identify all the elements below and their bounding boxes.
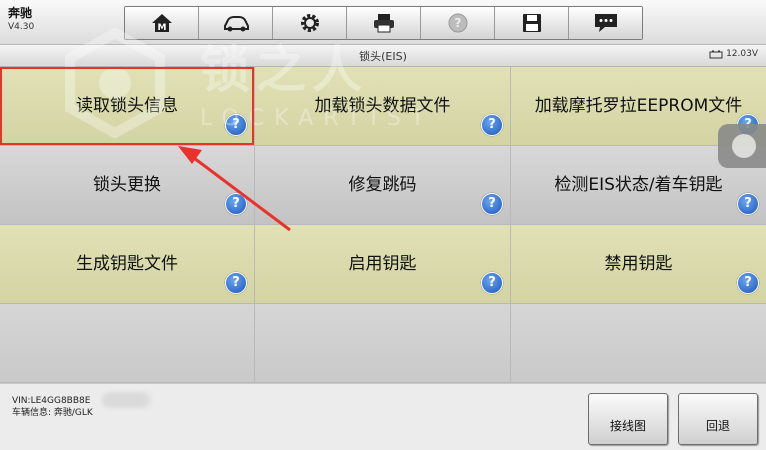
- help-icon[interactable]: ?: [225, 114, 247, 136]
- vehicle-button[interactable]: [199, 7, 273, 39]
- menu-enable-key[interactable]: 启用钥匙?: [255, 225, 510, 303]
- battery-status: 12.03V: [709, 49, 758, 59]
- menu-item-label: 加载锁头数据文件: [314, 96, 451, 116]
- menu-item-label: 修复跳码: [348, 175, 417, 195]
- function-menu-grid: 读取锁头信息? 加载锁头数据文件? 加载摩托罗拉EEPROM文件? 锁头更换? …: [0, 67, 766, 383]
- home-button[interactable]: M: [125, 7, 199, 39]
- menu-item-label: 加载摩托罗拉EEPROM文件: [534, 96, 743, 116]
- menu-item-label: 锁头更换: [93, 175, 161, 195]
- svg-text:M: M: [157, 23, 166, 33]
- page-title: 锁头(EIS): [359, 50, 407, 63]
- help-icon[interactable]: ?: [737, 272, 759, 294]
- side-drawer-handle[interactable]: [718, 124, 766, 168]
- empty-cell: [255, 304, 510, 382]
- back-button[interactable]: 回退: [678, 393, 758, 445]
- menu-item-label: 启用钥匙: [348, 254, 417, 274]
- brand-name: 奔驰: [8, 6, 33, 20]
- car-icon: [223, 16, 249, 32]
- menu-item-label: 检测EIS状态/着车钥匙: [554, 175, 723, 195]
- message-icon: [594, 14, 617, 32]
- save-button[interactable]: [495, 7, 569, 39]
- save-icon: [522, 14, 541, 32]
- help-icon[interactable]: ?: [481, 193, 503, 215]
- home-icon: M: [151, 14, 172, 33]
- gear-icon: [300, 14, 319, 32]
- redacted-vin-mask: [102, 392, 150, 408]
- drawer-handle-icon: [732, 134, 756, 158]
- help-icon[interactable]: ?: [225, 193, 247, 215]
- title-bar: 锁头(EIS) 12.03V: [0, 45, 766, 67]
- help-icon[interactable]: ?: [225, 272, 247, 294]
- menu-item-label: 读取锁头信息: [76, 96, 178, 116]
- help-icon[interactable]: ?: [481, 114, 503, 136]
- menu-read-eis-info[interactable]: 读取锁头信息?: [0, 67, 254, 145]
- toolbar: M ?: [124, 6, 643, 40]
- menu-load-eis-data-file[interactable]: 加载锁头数据文件?: [255, 67, 510, 145]
- menu-replace-eis[interactable]: 锁头更换?: [0, 146, 254, 224]
- print-button[interactable]: [347, 7, 421, 39]
- empty-cell: [511, 304, 766, 382]
- top-bar: 奔驰 V4.30 M ?: [0, 0, 766, 45]
- message-button[interactable]: [569, 7, 642, 39]
- version-label: V4.30: [8, 22, 35, 32]
- footer-bar: VIN:LE4GG8BB8E 车辆信息: 奔驰/GLK 接线图 回退: [0, 383, 766, 450]
- empty-cell: [0, 304, 254, 382]
- menu-disable-key[interactable]: 禁用钥匙?: [511, 225, 766, 303]
- printer-icon: [373, 14, 394, 33]
- battery-icon: [709, 50, 723, 58]
- menu-item-label: 禁用钥匙: [604, 254, 673, 274]
- vehicle-info-label: 车辆信息: 奔驰/GLK: [12, 408, 93, 418]
- help-icon[interactable]: ?: [481, 272, 503, 294]
- menu-item-label: 生成钥匙文件: [76, 254, 178, 274]
- help-button[interactable]: ?: [421, 7, 495, 39]
- wiring-diagram-button[interactable]: 接线图: [588, 393, 668, 445]
- menu-generate-key-file[interactable]: 生成钥匙文件?: [0, 225, 254, 303]
- help-icon[interactable]: ?: [737, 193, 759, 215]
- vin-label: VIN:LE4GG8BB8E: [12, 396, 91, 406]
- svg-text:?: ?: [454, 16, 461, 30]
- help-icon: ?: [448, 13, 467, 33]
- menu-repair-code-jump[interactable]: 修复跳码?: [255, 146, 510, 224]
- battery-voltage: 12.03V: [726, 49, 758, 59]
- vehicle-info: VIN:LE4GG8BB8E 车辆信息: 奔驰/GLK: [12, 395, 93, 419]
- settings-button[interactable]: [273, 7, 347, 39]
- brand-label: 奔驰 V4.30: [8, 6, 34, 34]
